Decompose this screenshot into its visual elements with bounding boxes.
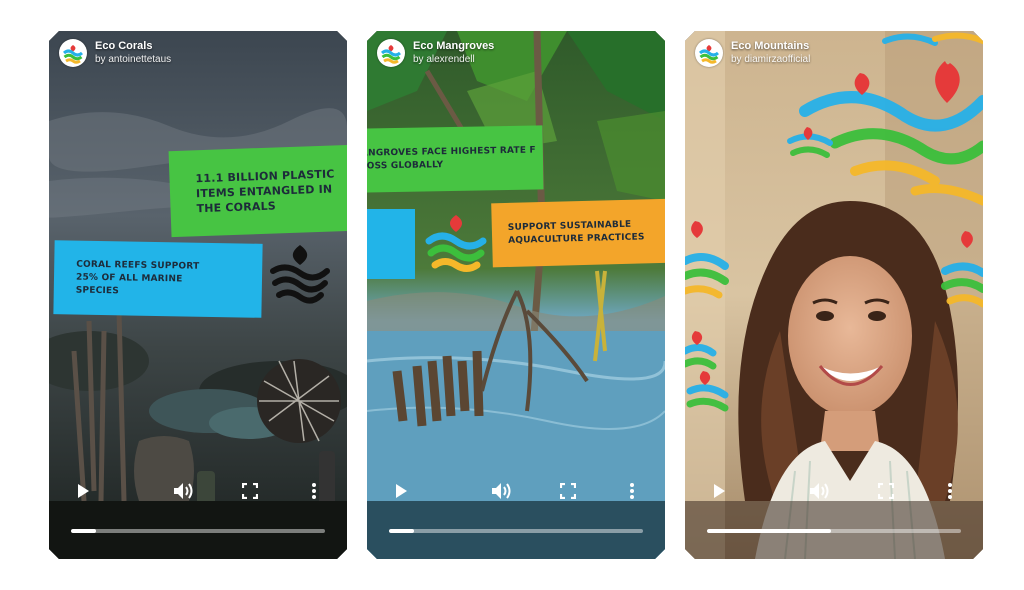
eco-logo-icon [425, 213, 487, 282]
eco-wave-icon [269, 241, 331, 314]
volume-button[interactable] [808, 479, 832, 503]
progress-bar[interactable] [707, 529, 961, 533]
video-author[interactable]: by alexrendell [413, 53, 494, 66]
fact-banner-green-text: ANGROVES FACE HIGHEST RATE F LOSS GLOBAL… [367, 145, 536, 172]
video-title[interactable]: Eco Mangroves [413, 40, 494, 53]
volume-button[interactable] [172, 479, 196, 503]
volume-icon [809, 481, 831, 501]
player-controls [685, 479, 983, 509]
fact-banner-blue: CORAL REEFS SUPPORT 25% OF ALL MARINE SP… [53, 240, 262, 318]
play-button[interactable] [707, 479, 731, 503]
fact-banner-orange: SUPPORT SUSTAINABLE AQUACULTURE PRACTICE… [491, 199, 665, 268]
play-button[interactable] [71, 479, 95, 503]
more-options-button[interactable] [938, 479, 962, 503]
progress-fill [389, 529, 414, 533]
channel-logo-icon[interactable] [59, 39, 87, 67]
play-icon [712, 483, 726, 499]
more-vertical-icon [629, 482, 635, 500]
progress-bar[interactable] [389, 529, 643, 533]
channel-logo-icon[interactable] [377, 39, 405, 67]
play-icon [76, 483, 90, 499]
progress-fill [707, 529, 831, 533]
fullscreen-button[interactable] [874, 479, 898, 503]
more-vertical-icon [311, 482, 317, 500]
video-card-eco-mountains[interactable]: Eco Mountains by diamirzaofficial [685, 31, 983, 559]
video-author[interactable]: by diamirzaofficial [731, 53, 810, 66]
volume-button[interactable] [490, 479, 514, 503]
video-card-eco-mangroves[interactable]: ANGROVES FACE HIGHEST RATE F LOSS GLOBAL… [367, 31, 665, 559]
video-header: Eco Corals by antoinettetaus [59, 39, 171, 67]
fullscreen-icon [560, 483, 576, 499]
progress-fill [71, 529, 96, 533]
fullscreen-button[interactable] [238, 479, 262, 503]
more-options-button[interactable] [620, 479, 644, 503]
more-vertical-icon [947, 482, 953, 500]
fact-banner-green: ANGROVES FACE HIGHEST RATE F LOSS GLOBAL… [367, 125, 544, 192]
fullscreen-icon [878, 483, 894, 499]
video-title[interactable]: Eco Corals [95, 40, 171, 53]
video-card-eco-corals[interactable]: 11.1 BILLION PLASTIC ITEMS ENTANGLED IN … [49, 31, 347, 559]
fact-banner-blue-partial [367, 209, 415, 279]
video-header: Eco Mountains by diamirzaofficial [695, 39, 810, 67]
channel-logo-icon[interactable] [695, 39, 723, 67]
fullscreen-icon [242, 483, 258, 499]
play-icon [394, 483, 408, 499]
fact-banner-orange-text: SUPPORT SUSTAINABLE AQUACULTURE PRACTICE… [507, 219, 645, 246]
fact-banner-green: 11.1 BILLION PLASTIC ITEMS ENTANGLED IN … [169, 145, 347, 237]
more-options-button[interactable] [302, 479, 326, 503]
volume-icon [173, 481, 195, 501]
fact-banner-green-text: 11.1 BILLION PLASTIC ITEMS ENTANGLED IN … [195, 166, 335, 215]
video-header: Eco Mangroves by alexrendell [377, 39, 494, 67]
player-controls [367, 479, 665, 509]
progress-bar[interactable] [71, 529, 325, 533]
video-author[interactable]: by antoinettetaus [95, 53, 171, 66]
fact-banner-blue-text: CORAL REEFS SUPPORT 25% OF ALL MARINE SP… [75, 259, 200, 296]
volume-icon [491, 481, 513, 501]
fullscreen-button[interactable] [556, 479, 580, 503]
player-controls [49, 479, 347, 509]
play-button[interactable] [389, 479, 413, 503]
video-title[interactable]: Eco Mountains [731, 40, 810, 53]
